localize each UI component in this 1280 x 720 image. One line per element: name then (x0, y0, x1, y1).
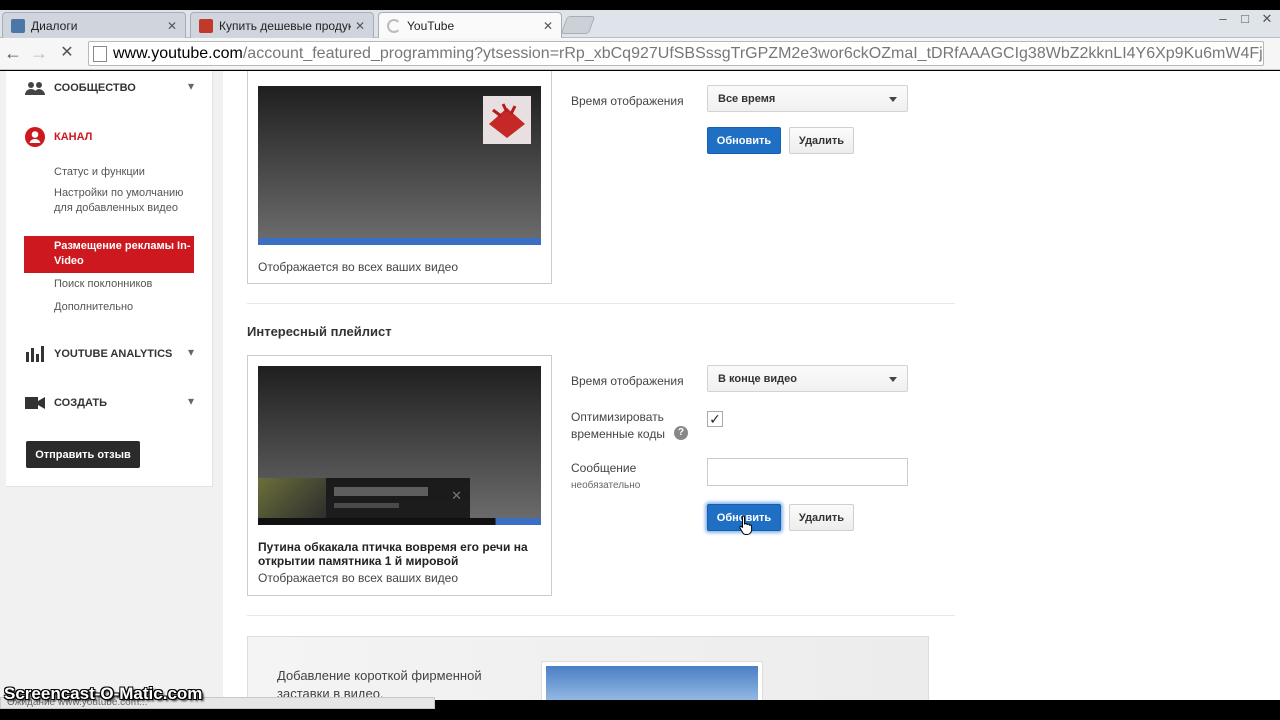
cart-favicon-icon (199, 18, 213, 33)
delete-button[interactable]: Удалить (789, 127, 854, 154)
tab-dialogs[interactable]: Диалоги ✕ (2, 12, 186, 38)
forward-arrow-icon[interactable]: → (28, 42, 50, 64)
card-note: Отображается во всех ваших видео (258, 571, 458, 585)
branding-logo-image (483, 96, 531, 144)
send-feedback-button[interactable]: Отправить отзыв (26, 441, 140, 468)
sidebar-section-channel[interactable]: КАНАЛ (24, 127, 194, 147)
community-icon (24, 79, 46, 97)
update-button[interactable]: Обновить (707, 127, 781, 154)
tab-title: Купить дешевые продук (219, 18, 351, 33)
sidebar-item-invideo[interactable]: Размещение рекламы In-Video (24, 236, 194, 273)
progress-bar (258, 238, 541, 245)
section-heading: Интересный плейлист (247, 324, 392, 339)
placeholder-line (334, 487, 428, 496)
minimize-icon[interactable]: – (1212, 10, 1234, 28)
optimize-timecodes-checkbox[interactable]: ✓ (707, 411, 723, 427)
promo-image (541, 661, 763, 700)
caret-down-icon (889, 377, 897, 382)
display-time-label: Время отображения (571, 94, 684, 108)
url-path: /account_featured_programming?ytsession=… (242, 44, 1264, 62)
new-tab-button[interactable] (560, 16, 596, 34)
message-label: Сообщение необязательно (571, 460, 640, 494)
sidebar-item-advanced[interactable]: Дополнительно (54, 300, 194, 315)
select-value: В конце видео (718, 373, 798, 385)
tab-youtube[interactable]: YouTube ✕ (378, 12, 562, 39)
video-preview: ✕ (258, 366, 541, 525)
close-window-icon[interactable]: ✕ (1256, 10, 1278, 28)
video-camera-icon (24, 394, 46, 412)
optimize-timecodes-label: Оптимизировать временные коды (571, 410, 665, 441)
video-thumbnail-image (258, 478, 326, 518)
url-host: www.youtube.com (113, 44, 243, 62)
sidebar-item-status[interactable]: Статус и функции (54, 165, 194, 180)
address-bar[interactable]: www.youtube.com/account_featured_program… (88, 41, 1264, 66)
message-hint: необязательно (571, 480, 641, 491)
sidebar-section-community[interactable]: СООБЩЕСТВО ▾ (24, 79, 194, 97)
promo-text: Добавление короткой фирменной заставки в… (277, 668, 482, 700)
tab-title: Диалоги (31, 18, 78, 33)
tab-close-icon[interactable]: ✕ (167, 19, 177, 33)
stop-loading-icon[interactable]: ✕ (56, 42, 78, 64)
tab-title: YouTube (407, 19, 455, 33)
hand-cursor-icon (739, 515, 753, 535)
select-value: Все время (718, 93, 776, 105)
chevron-down-icon[interactable]: ▾ (188, 79, 194, 93)
sidebar-item-fan-finder[interactable]: Поиск поклонников (54, 277, 194, 292)
playlist-preview-card: ✕ Путина обкакала птичка вовремя его реч… (247, 355, 552, 596)
video-preview (258, 86, 541, 245)
help-icon[interactable]: ? (674, 426, 688, 440)
display-time-select[interactable]: В конце видео (707, 365, 908, 392)
browser-navbar: ← → ✕ www.youtube.com/account_featured_p… (0, 38, 1280, 70)
featured-video-overlay: ✕ (258, 478, 470, 518)
card-note: Отображается во всех ваших видео (258, 260, 458, 274)
sidebar-item-upload-defaults[interactable]: Настройки по умолчанию для добавленных в… (54, 186, 194, 216)
vk-favicon-icon (11, 18, 25, 33)
display-time-label: Время отображения (571, 374, 684, 388)
sidebar-section-analytics[interactable]: YOUTUBE ANALYTICS ▾ (24, 345, 194, 363)
tab-shop[interactable]: Купить дешевые продук ✕ (190, 12, 374, 38)
main-panel: Отображается во всех ваших видео Время о… (223, 71, 1280, 700)
message-input[interactable] (707, 458, 908, 486)
chevron-down-icon[interactable]: ▾ (188, 394, 194, 408)
maximize-icon[interactable]: □ (1234, 10, 1256, 28)
page-icon (93, 45, 107, 62)
tab-close-icon[interactable]: ✕ (543, 19, 553, 33)
back-arrow-icon[interactable]: ← (2, 42, 24, 64)
loading-spinner-icon (387, 19, 401, 33)
page-content: СООБЩЕСТВО ▾ КАНАЛ Статус и функции Наст… (0, 71, 1280, 700)
browser-tabbar: Диалоги ✕ Купить дешевые продук ✕ YouTub… (0, 10, 1280, 39)
channel-user-icon (24, 127, 46, 147)
screencast-watermark: Screencast-O-Matic.com (4, 684, 203, 703)
sidebar-section-label: YOUTUBE ANALYTICS (54, 348, 173, 360)
progress-bar (258, 518, 541, 525)
sidebar: СООБЩЕСТВО ▾ КАНАЛ Статус и функции Наст… (6, 71, 213, 487)
message-label-text: Сообщение (571, 461, 637, 475)
sidebar-section-label: СООБЩЕСТВО (54, 82, 136, 94)
watermark-preview-card: Отображается во всех ваших видео (247, 71, 552, 284)
close-icon[interactable]: ✕ (451, 488, 462, 504)
display-time-select[interactable]: Все время (707, 85, 908, 112)
placeholder-line (334, 503, 399, 508)
delete-button[interactable]: Удалить (789, 504, 854, 531)
divider (247, 615, 955, 616)
chevron-down-icon[interactable]: ▾ (188, 345, 194, 359)
sidebar-section-label: КАНАЛ (54, 131, 93, 143)
branding-intro-promo: Добавление короткой фирменной заставки в… (247, 636, 929, 700)
video-title: Путина обкакала птичка вовремя его речи … (258, 540, 528, 568)
sidebar-section-create[interactable]: СОЗДАТЬ ▾ (24, 394, 194, 412)
bridge-image (546, 666, 758, 700)
tab-close-icon[interactable]: ✕ (355, 19, 365, 33)
analytics-bars-icon (24, 345, 46, 363)
sidebar-section-label: СОЗДАТЬ (54, 397, 107, 409)
divider (247, 303, 955, 304)
caret-down-icon (889, 97, 897, 102)
